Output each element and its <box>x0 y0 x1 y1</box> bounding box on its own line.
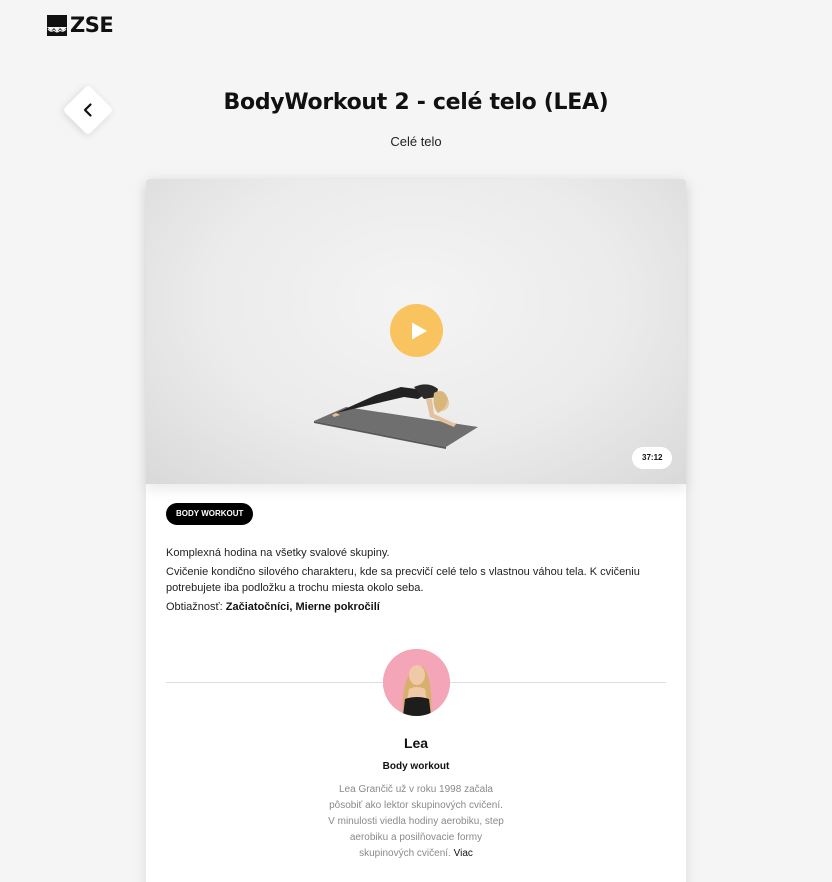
zse-logo[interactable]: ZSE <box>47 13 114 37</box>
category-tag[interactable]: BODY WORKOUT <box>166 503 254 525</box>
trainer-more-link[interactable]: Viac <box>454 848 473 859</box>
logo-text: ZSE <box>70 13 114 37</box>
difficulty-row: Obtiažnosť: Začiatočníci, Mierne pokroči… <box>166 599 671 615</box>
trainer-avatar <box>383 649 450 716</box>
trainer-bio-text: Lea Grančič už v roku 1998 začala pôsobi… <box>328 784 504 859</box>
video-duration-badge: 37:12 <box>632 447 673 469</box>
trainer-role: Body workout <box>382 761 450 772</box>
play-icon <box>411 322 427 339</box>
play-button[interactable] <box>390 304 443 357</box>
divider-right <box>449 682 666 683</box>
workout-card: 37:12 BODY WORKOUT Komplexná hodina na v… <box>146 179 686 882</box>
difficulty-value: Začiatočníci, Mierne pokročilí <box>225 601 380 613</box>
difficulty-label: Obtiažnosť: <box>166 601 223 613</box>
video-thumbnail-figure <box>314 384 478 449</box>
workout-description: Komplexná hodina na všetky svalové skupi… <box>166 545 671 618</box>
video-player[interactable]: 37:12 <box>146 179 686 484</box>
trainer-portrait <box>383 649 450 716</box>
trainer-name: Lea <box>403 735 429 751</box>
trainer-bio: Lea Grančič už v roku 1998 začala pôsobi… <box>326 782 506 862</box>
logo-mark-icon <box>47 14 67 36</box>
divider-left <box>166 682 383 683</box>
description-detail: Cvičenie kondično silového charakteru, k… <box>166 566 640 594</box>
page-title: BodyWorkout 2 - celé telo (LEA) <box>223 90 609 115</box>
description-summary: Komplexná hodina na všetky svalové skupi… <box>166 547 390 559</box>
page-subtitle: Celé telo <box>390 134 442 149</box>
